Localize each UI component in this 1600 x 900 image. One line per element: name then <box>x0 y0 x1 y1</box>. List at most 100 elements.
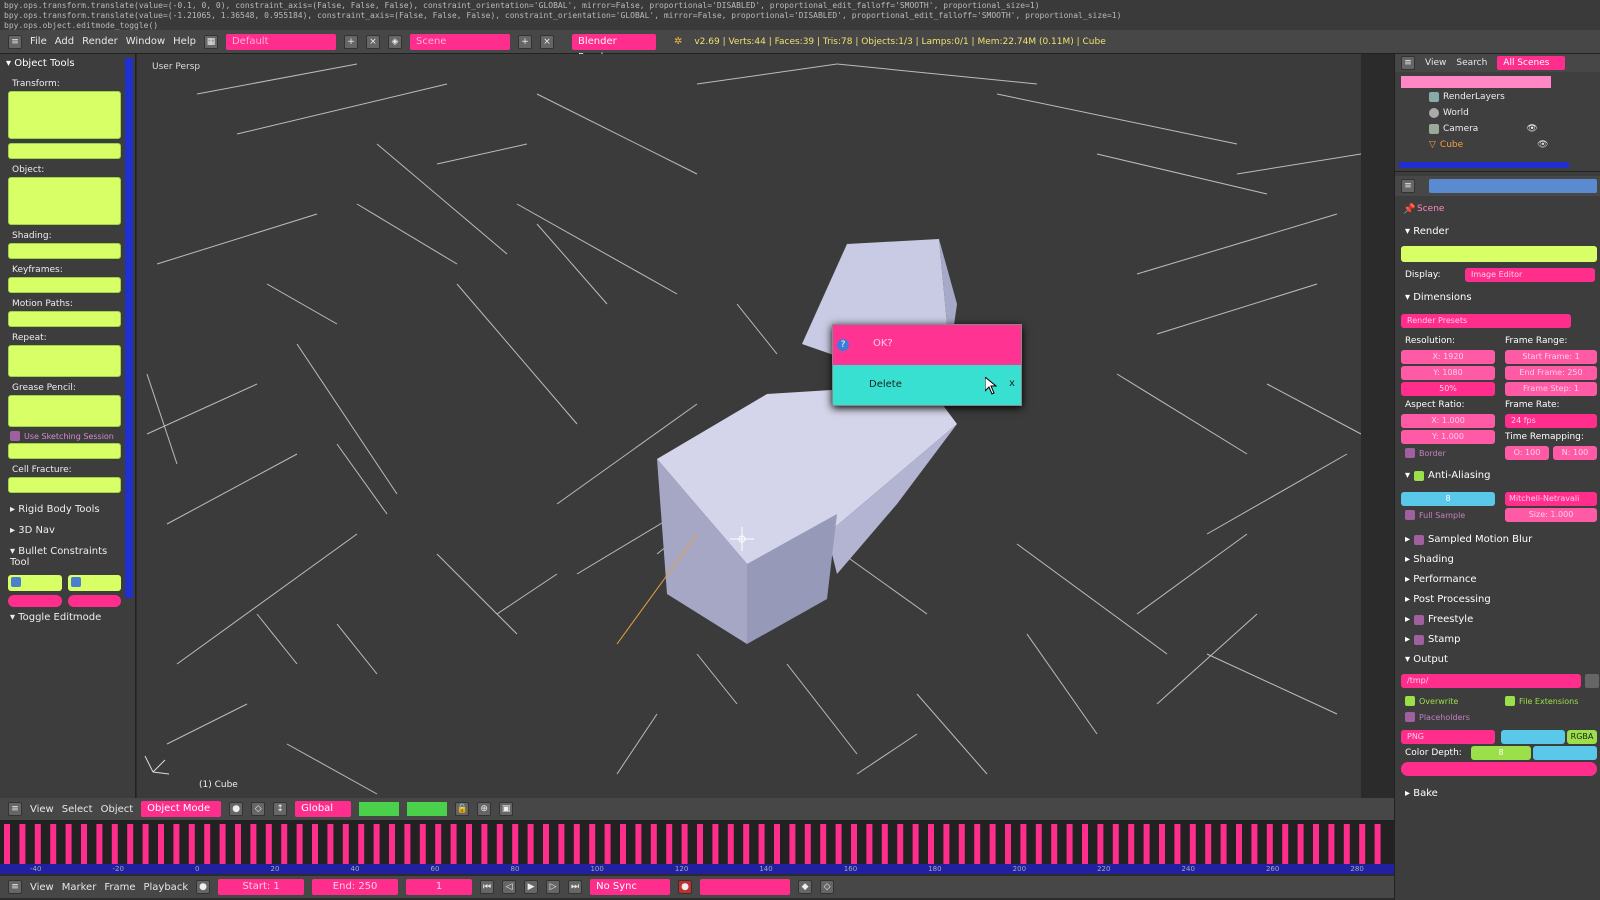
viewport-editor-icon[interactable]: ≡ <box>8 802 22 816</box>
outliner-scope-select[interactable]: All Scenes <box>1497 56 1566 70</box>
resolution-y-field[interactable]: Y: 1080 <box>1401 366 1495 380</box>
properties-context-tabs[interactable] <box>1429 179 1597 193</box>
timeline-editor-icon[interactable]: ≡ <box>8 880 22 894</box>
remove-scene-icon[interactable]: × <box>539 34 554 49</box>
auto-key-icon[interactable]: ● <box>678 880 693 894</box>
color-depth-16[interactable] <box>1533 746 1597 760</box>
start-frame-input[interactable]: Start: 1 <box>218 879 305 895</box>
bullet-button-2[interactable] <box>67 575 121 591</box>
play-icon[interactable]: ▶ <box>524 880 539 894</box>
keyframe-insert-icon[interactable]: ◆ <box>798 880 813 894</box>
next-key-icon[interactable]: ▷ <box>546 880 561 894</box>
add-layout-icon[interactable]: + <box>343 34 358 49</box>
outliner-search-menu[interactable]: Search <box>1456 58 1487 68</box>
object-mode-select[interactable]: Object Mode <box>141 801 222 817</box>
anti-aliasing-panel[interactable]: ▾ Anti-Aliasing <box>1405 470 1491 481</box>
snap-icon[interactable]: ⊕ <box>477 802 492 816</box>
placeholders-toggle[interactable]: Placeholders <box>1405 712 1470 722</box>
delete-button[interactable]: Delete x <box>833 365 1021 405</box>
sampled-motion-blur-panel[interactable]: ▸ Sampled Motion Blur <box>1405 534 1532 545</box>
jump-end-icon[interactable]: ⏭ <box>568 880 583 894</box>
current-frame-input[interactable]: 1 <box>406 879 473 895</box>
outliner-item-cube[interactable]: ▽ Cube 👁 <box>1429 140 1549 150</box>
freestyle-panel[interactable]: ▸ Freestyle <box>1405 614 1473 625</box>
manipulator-icon[interactable]: ↕ <box>273 802 288 816</box>
outliner-item-camera[interactable]: Camera 👁 <box>1429 124 1538 134</box>
aa-samples-selector[interactable]: 8 <box>1401 492 1495 506</box>
visibility-eye-icon[interactable]: 👁 <box>1537 140 1548 150</box>
rgba-toggle[interactable]: RGBA <box>1567 730 1597 744</box>
fps-select[interactable]: 24 fps <box>1505 414 1597 428</box>
render-presets-select[interactable]: Render Presets <box>1401 314 1571 328</box>
menu-window[interactable]: Window <box>126 36 165 47</box>
menu-file[interactable]: File <box>30 36 47 47</box>
aspect-x-field[interactable]: X: 1.000 <box>1401 414 1495 428</box>
remap-new-field[interactable]: N: 100 <box>1553 446 1597 460</box>
layer-buttons-2[interactable] <box>407 802 448 816</box>
remap-old-field[interactable]: O: 100 <box>1505 446 1549 460</box>
outliner-item-world[interactable]: World <box>1429 108 1469 118</box>
checkbox-icon[interactable] <box>1414 534 1425 545</box>
record-icon[interactable]: ● <box>196 880 211 894</box>
bullet-button-1[interactable] <box>8 575 62 591</box>
use-sketching-toggle[interactable]: Use Sketching Session <box>10 431 135 441</box>
lock-icon[interactable]: 🔒 <box>455 802 470 816</box>
render-buttons[interactable] <box>1401 246 1597 262</box>
output-panel[interactable]: ▾ Output <box>1405 654 1448 665</box>
performance-panel[interactable]: ▸ Performance <box>1405 574 1477 585</box>
remove-layout-icon[interactable]: × <box>365 34 380 49</box>
transform-buttons[interactable] <box>8 91 121 139</box>
repeat-buttons[interactable] <box>8 345 121 377</box>
jump-start-icon[interactable]: ⏮ <box>480 880 495 894</box>
outliner-scene-row[interactable] <box>1401 76 1551 88</box>
checkbox-icon[interactable] <box>1414 470 1425 481</box>
checkbox-icon[interactable] <box>1414 634 1425 645</box>
render-panel[interactable]: ▾ Render <box>1405 226 1449 237</box>
add-scene-icon[interactable]: + <box>517 34 532 49</box>
tool-shelf-scrollbar[interactable] <box>125 58 133 598</box>
vp-menu-view[interactable]: View <box>30 804 54 815</box>
3d-viewport[interactable]: User Persp (1) Cube <box>137 54 1361 798</box>
layer-buttons-1[interactable] <box>359 802 400 816</box>
nav-3d-panel[interactable]: ▸ 3D Nav <box>0 520 135 541</box>
shading-panel[interactable]: ▸ Shading <box>1405 554 1454 565</box>
checkbox-icon[interactable] <box>1414 614 1425 625</box>
visibility-eye-icon[interactable]: 👁 <box>1526 124 1537 134</box>
vp-menu-object[interactable]: Object <box>101 804 134 815</box>
keying-set-field[interactable] <box>700 879 791 895</box>
border-toggle[interactable]: Border <box>1405 448 1446 458</box>
folder-icon[interactable] <box>1585 674 1599 688</box>
properties-editor-icon[interactable]: ≡ <box>1401 179 1415 193</box>
sync-select[interactable]: No Sync <box>590 879 671 895</box>
prev-key-icon[interactable]: ◁ <box>502 880 517 894</box>
motion-path-buttons[interactable] <box>8 311 121 327</box>
outliner-editor-icon[interactable]: ≡ <box>1401 56 1415 70</box>
file-extensions-toggle[interactable]: File Extensions <box>1505 696 1578 706</box>
full-sample-toggle[interactable]: Full Sample <box>1405 510 1465 520</box>
keyframe-buttons[interactable] <box>8 277 121 293</box>
aspect-y-field[interactable]: Y: 1.000 <box>1401 430 1495 444</box>
menu-help[interactable]: Help <box>173 36 196 47</box>
stamp-panel[interactable]: ▸ Stamp <box>1405 634 1461 645</box>
rigid-body-tools-panel[interactable]: ▸ Rigid Body Tools <box>0 499 135 520</box>
tl-menu-playback[interactable]: Playback <box>143 882 188 893</box>
shading-buttons[interactable] <box>8 243 121 259</box>
end-frame-field[interactable]: End Frame: 250 <box>1505 366 1597 380</box>
bw-rgb-toggle[interactable] <box>1501 730 1565 744</box>
compression-slider[interactable] <box>1401 762 1597 776</box>
cell-fracture-button[interactable] <box>8 477 121 493</box>
viewport-shading-icon[interactable]: ● <box>229 802 244 816</box>
layout-icon[interactable]: ▦ <box>203 34 218 49</box>
vp-menu-select[interactable]: Select <box>62 804 93 815</box>
editor-type-icon[interactable]: ≡ <box>8 34 22 49</box>
apply-button[interactable] <box>8 143 121 159</box>
outliner-item-renderlayers[interactable]: RenderLayers <box>1429 92 1505 102</box>
tl-menu-view[interactable]: View <box>30 882 54 893</box>
outliner-scrollbar[interactable] <box>1399 162 1569 168</box>
bake-panel[interactable]: ▸ Bake <box>1405 788 1438 799</box>
end-frame-input[interactable]: End: 250 <box>312 879 399 895</box>
keyframe-delete-icon[interactable]: ◇ <box>820 880 835 894</box>
filter-size-field[interactable]: Size: 1.000 <box>1505 508 1597 522</box>
tl-menu-frame[interactable]: Frame <box>104 882 135 893</box>
grease-pencil-buttons[interactable] <box>8 395 121 427</box>
